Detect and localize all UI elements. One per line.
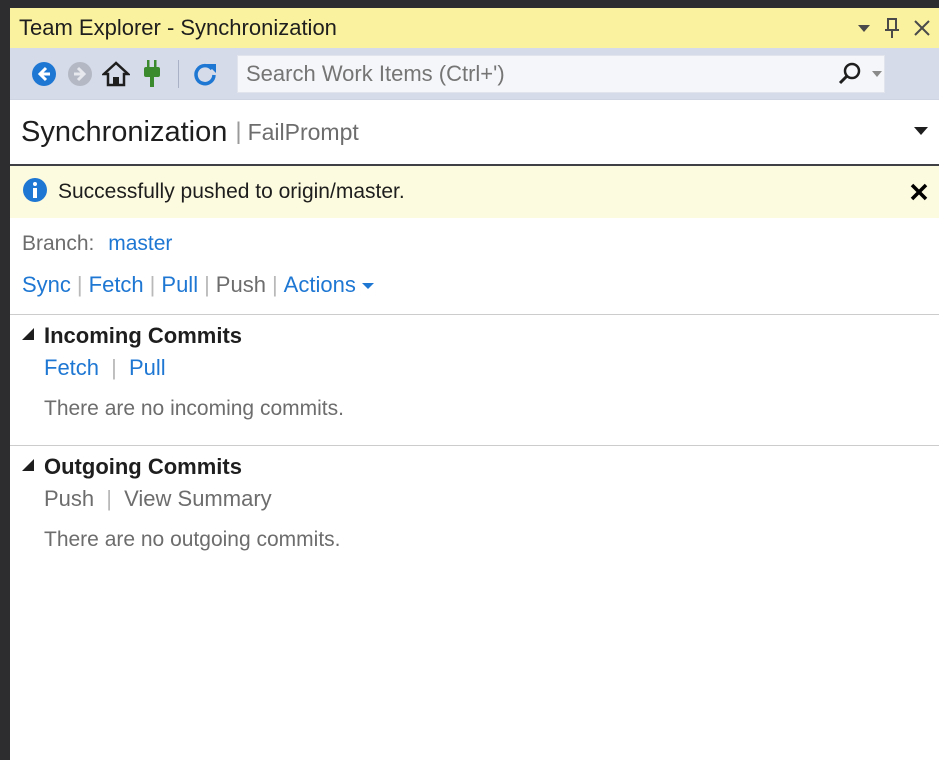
divider: | xyxy=(111,355,117,380)
window-dropdown-icon[interactable] xyxy=(857,23,871,33)
action-links: Sync | Fetch | Pull | Push | Actions xyxy=(22,272,939,298)
branch-row: Branch: master xyxy=(22,232,939,256)
close-icon[interactable] xyxy=(899,182,939,202)
info-icon xyxy=(22,177,48,208)
page-title: Synchronization xyxy=(21,115,228,148)
window-close-icon[interactable] xyxy=(913,19,931,37)
view-summary-link: View Summary xyxy=(124,486,272,511)
search-box[interactable] xyxy=(237,54,885,93)
search-dropdown-icon[interactable] xyxy=(870,70,884,78)
notification-message: Successfully pushed to origin/master. xyxy=(58,180,405,203)
toolbar-separator xyxy=(178,59,179,88)
search-icon[interactable] xyxy=(830,62,870,86)
pin-icon[interactable] xyxy=(885,17,899,39)
forward-button[interactable] xyxy=(62,56,98,92)
incoming-empty-message: There are no incoming commits. xyxy=(44,397,344,420)
connect-button[interactable] xyxy=(134,56,170,92)
outgoing-commits-section: Outgoing Commits Push | View Summary The… xyxy=(10,445,939,552)
window-title: Team Explorer - Synchronization xyxy=(19,15,337,40)
repository-name: FailPrompt xyxy=(247,118,359,145)
outgoing-links: Push | View Summary xyxy=(10,486,939,512)
collapse-triangle-icon[interactable] xyxy=(22,459,34,471)
title-bar: Team Explorer - Synchronization xyxy=(10,8,939,48)
divider: | xyxy=(106,486,112,511)
refresh-button[interactable] xyxy=(187,56,223,92)
search-input[interactable] xyxy=(238,59,830,88)
collapse-triangle-icon[interactable] xyxy=(22,328,34,340)
back-icon xyxy=(32,61,56,86)
pull-link[interactable]: Pull xyxy=(161,272,198,298)
fetch-link[interactable]: Fetch xyxy=(89,272,144,298)
plug-icon xyxy=(144,59,160,87)
team-explorer-window: Team Explorer - Synchronization Search W… xyxy=(10,8,939,760)
section-title: Incoming Commits xyxy=(44,323,243,348)
toolbar xyxy=(10,48,939,100)
actions-dropdown[interactable]: Actions xyxy=(284,272,374,298)
outgoing-push-link: Push xyxy=(44,486,95,511)
header-separator: | xyxy=(235,118,242,145)
back-button[interactable] xyxy=(26,56,62,92)
outgoing-empty-message: There are no outgoing commits. xyxy=(44,528,341,551)
page-menu-chevron-down-icon[interactable] xyxy=(913,123,939,141)
branch-link[interactable]: master xyxy=(108,232,172,255)
home-button[interactable] xyxy=(98,56,134,92)
incoming-commits-section: Incoming Commits Fetch | Pull There are … xyxy=(10,314,939,421)
home-icon xyxy=(102,60,130,86)
chevron-down-icon xyxy=(361,283,374,290)
divider: | xyxy=(149,272,156,297)
incoming-fetch-link[interactable]: Fetch xyxy=(44,355,99,380)
divider: | xyxy=(271,272,278,297)
sync-content: Branch: master Sync | Fetch | Pull | Pus… xyxy=(10,232,939,298)
branch-label: Branch: xyxy=(22,232,95,255)
page-header: Synchronization | FailPrompt xyxy=(10,100,939,166)
incoming-pull-link[interactable]: Pull xyxy=(129,355,166,380)
divider: | xyxy=(204,272,210,297)
incoming-links: Fetch | Pull xyxy=(10,355,939,381)
push-link: Push xyxy=(215,272,266,297)
forward-icon xyxy=(68,61,92,86)
actions-label: Actions xyxy=(283,272,356,297)
sync-link[interactable]: Sync xyxy=(22,272,71,298)
refresh-icon xyxy=(194,63,216,85)
section-title: Outgoing Commits xyxy=(44,454,242,479)
divider: | xyxy=(76,272,83,297)
notification-bar: Successfully pushed to origin/master. xyxy=(10,166,939,218)
